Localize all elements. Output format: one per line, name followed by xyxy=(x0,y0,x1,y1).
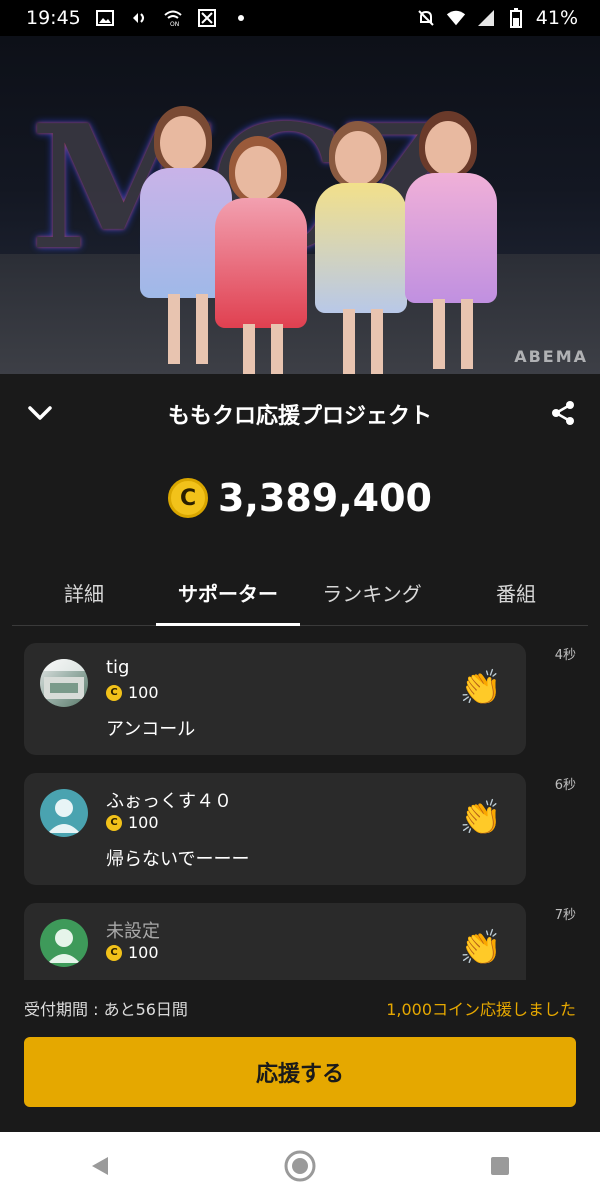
collapse-button[interactable] xyxy=(22,398,58,428)
abema-watermark: ABEMA xyxy=(514,347,588,366)
svg-text:ON: ON xyxy=(170,21,179,27)
nav-recents-button[interactable] xyxy=(470,1136,530,1196)
status-bar: 19:45 ON 41% xyxy=(0,0,600,36)
nav-home-button[interactable] xyxy=(270,1136,330,1196)
page-title: ももクロ応援プロジェクト xyxy=(167,404,432,429)
supporter-message: 帰らないでーーー xyxy=(106,849,250,870)
avatar[interactable] xyxy=(40,919,88,967)
timestamp: 7秒 xyxy=(554,908,576,923)
supporter-name: ふぉっくす４０ xyxy=(106,791,232,812)
clap-icon[interactable]: 👏 xyxy=(458,665,504,711)
battery-icon xyxy=(506,8,526,28)
video-player[interactable]: MCZ ABEMA xyxy=(0,36,600,374)
clap-icon[interactable]: 👏 xyxy=(458,795,504,841)
supporter-message: アンコール xyxy=(106,719,196,740)
amount-value: 100 xyxy=(128,813,159,832)
sound-icon xyxy=(129,9,149,27)
amount-value: 100 xyxy=(128,683,159,702)
back-triangle-icon xyxy=(92,1157,108,1175)
supporter-name: 未設定 xyxy=(106,921,160,942)
coin-total-display: C 3,389,400 xyxy=(0,470,600,526)
supporter-name: tig xyxy=(106,657,130,678)
supporter-amount: C 100 xyxy=(106,683,159,702)
coin-icon: C xyxy=(106,684,122,701)
support-button[interactable]: 応援する xyxy=(24,1037,576,1107)
status-time: 19:45 xyxy=(26,7,81,29)
supporter-amount: C 100 xyxy=(106,813,159,832)
tab-supporters[interactable]: サポーター xyxy=(156,562,300,626)
tab-details[interactable]: 詳細 xyxy=(12,562,156,625)
tab-bar: 詳細 サポーター ランキング 番組 xyxy=(12,562,588,626)
clap-icon[interactable]: 👏 xyxy=(458,925,504,971)
share-icon xyxy=(552,401,574,425)
share-button[interactable] xyxy=(548,398,578,428)
tab-ranking[interactable]: ランキング xyxy=(300,562,444,625)
amount-value: 100 xyxy=(128,943,159,962)
supporter-card: ふぉっくす４０ C 100 帰らないでーーー 👏 xyxy=(24,773,526,885)
system-nav-bar xyxy=(0,1132,600,1200)
recents-square-icon xyxy=(491,1157,509,1175)
wifi-calling-icon: ON xyxy=(163,9,183,27)
avatar[interactable] xyxy=(40,789,88,837)
timestamp: 4秒 xyxy=(554,648,576,663)
support-info: 受付期間 : あと56日間 1,000コイン応援しました xyxy=(24,996,576,1020)
x-app-icon xyxy=(197,9,217,27)
battery-percent: 41% xyxy=(535,7,578,29)
reception-period: 受付期間 : あと56日間 xyxy=(24,1000,188,1019)
chevron-down-icon xyxy=(28,406,52,420)
coin-icon: C xyxy=(106,814,122,831)
coin-icon: C xyxy=(168,478,209,518)
signal-icon xyxy=(476,9,496,27)
nav-back-button[interactable] xyxy=(70,1136,130,1196)
supporter-feed[interactable]: tig C 100 アンコール 👏 4秒 ふぉっくす４０ C 100 帰らないで… xyxy=(0,626,600,980)
project-header: ももクロ応援プロジェクト xyxy=(0,374,600,452)
supporter-card: tig C 100 アンコール 👏 xyxy=(24,643,526,755)
timestamp: 6秒 xyxy=(554,778,576,793)
supporter-amount: C 100 xyxy=(106,943,159,962)
coin-icon: C xyxy=(106,944,122,961)
my-support-amount: 1,000コイン応援しました xyxy=(386,1000,576,1019)
tab-program[interactable]: 番組 xyxy=(444,562,588,625)
supporter-card: 未設定 C 100 👏 xyxy=(24,903,526,980)
coin-total: 3,389,400 xyxy=(218,476,432,520)
dot-icon xyxy=(231,9,251,27)
image-icon xyxy=(95,9,115,27)
avatar[interactable] xyxy=(40,659,88,707)
home-circle-icon xyxy=(284,1150,316,1182)
mute-bell-icon xyxy=(416,9,436,27)
wifi-icon xyxy=(446,9,466,27)
